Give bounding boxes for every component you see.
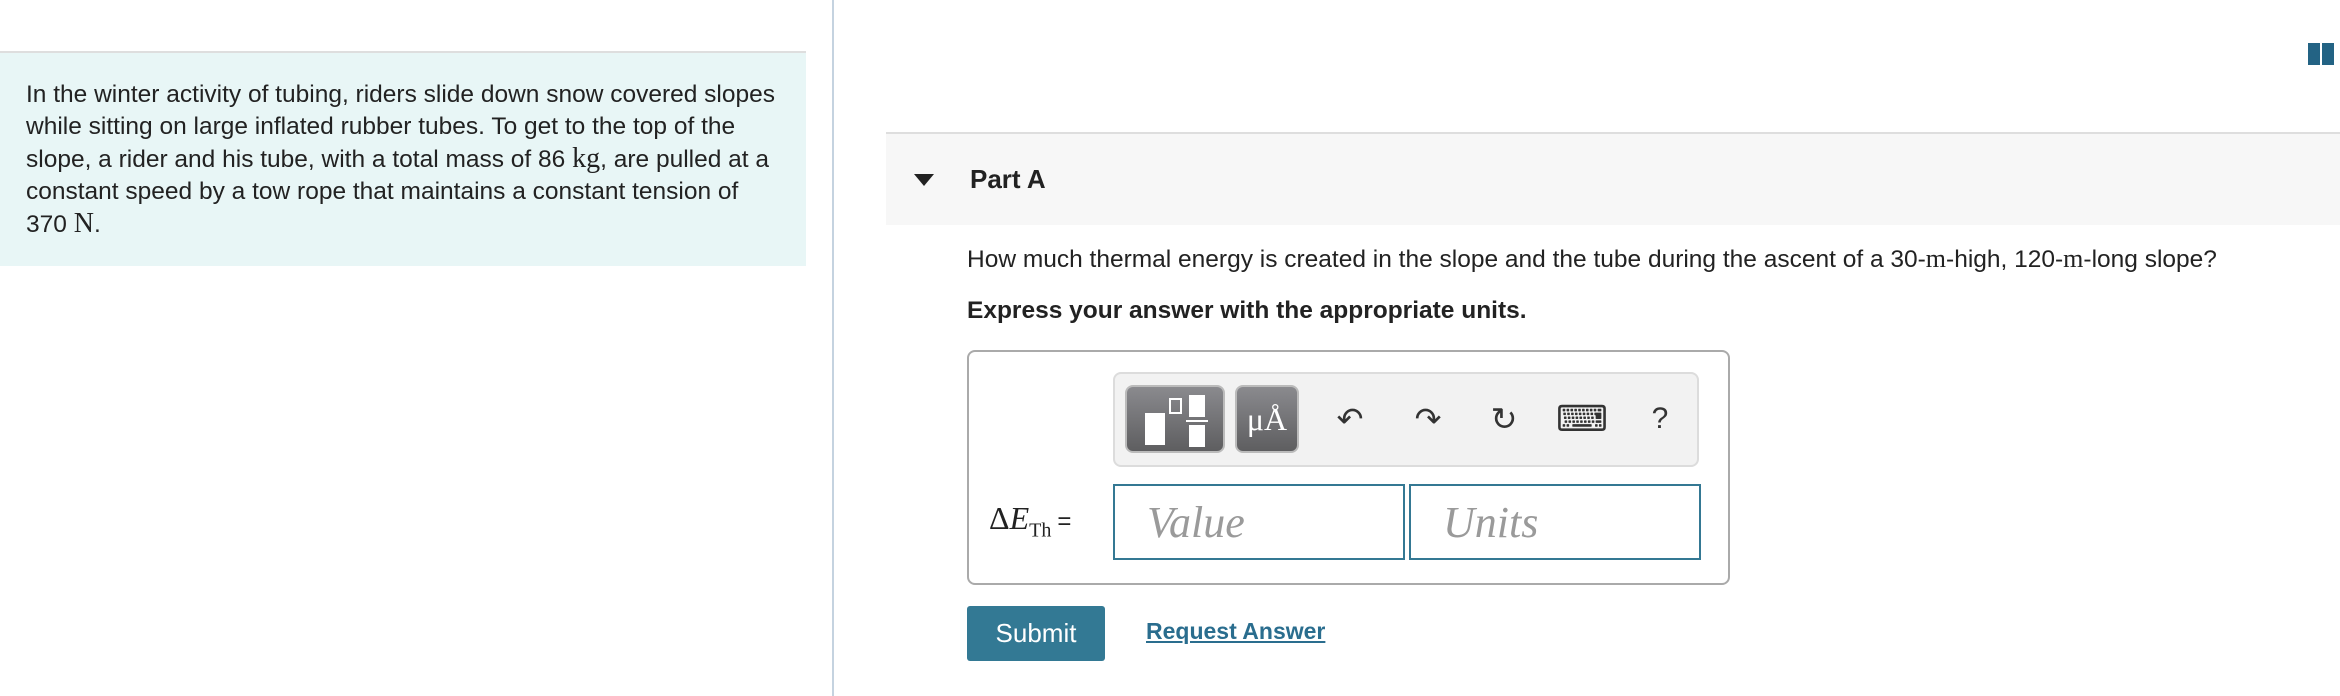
- math-toolbar: μÅ ↶ ↷ ↻ ⌨ ?: [1113, 372, 1699, 467]
- question-text: How much thermal energy is created in th…: [967, 244, 2217, 274]
- undo-icon[interactable]: ↶: [1325, 394, 1375, 444]
- units-input[interactable]: [1409, 484, 1701, 560]
- ebook-icon[interactable]: [2308, 43, 2334, 65]
- problem-statement: In the winter activity of tubing, riders…: [0, 51, 806, 266]
- mass-unit: kg: [572, 143, 601, 174]
- question-text-1: How much thermal energy is created in th…: [967, 246, 1926, 273]
- redo-icon[interactable]: ↷: [1403, 394, 1453, 444]
- part-a-header[interactable]: Part A: [886, 132, 2340, 225]
- equals-sign: =: [1057, 508, 1072, 535]
- delta-symbol: Δ: [989, 500, 1010, 536]
- unit-m: m: [1925, 244, 1947, 273]
- variable-e: E: [1009, 500, 1030, 536]
- request-answer-link[interactable]: Request Answer: [1146, 618, 1325, 645]
- collapse-caret-icon[interactable]: [914, 173, 934, 186]
- unit-m: m: [2063, 244, 2084, 273]
- value-input[interactable]: [1113, 484, 1405, 560]
- answer-box: μÅ ↶ ↷ ↻ ⌨ ? ΔETh =: [967, 350, 1730, 585]
- variable-subscript: Th: [1029, 519, 1052, 542]
- templates-button[interactable]: [1125, 385, 1225, 453]
- templates-icon: [1145, 395, 1208, 447]
- submit-button[interactable]: Submit: [967, 606, 1105, 661]
- question-text-3: -long slope?: [2083, 246, 2217, 273]
- pane-divider[interactable]: [832, 0, 834, 696]
- answer-instruction: Express your answer with the appropriate…: [967, 297, 1527, 324]
- problem-intro-pane: In the winter activity of tubing, riders…: [0, 0, 832, 696]
- question-text-2: -high, 120-: [1946, 246, 2064, 273]
- keyboard-icon[interactable]: ⌨: [1556, 394, 1608, 444]
- part-title: Part A: [970, 164, 1046, 194]
- tension-unit: N: [73, 208, 94, 239]
- help-icon[interactable]: ?: [1635, 394, 1685, 444]
- reset-icon[interactable]: ↻: [1479, 394, 1529, 444]
- symbols-button[interactable]: μÅ: [1235, 385, 1299, 453]
- answer-variable-label: ΔETh =: [989, 500, 1071, 542]
- intro-text-3: .: [93, 211, 101, 238]
